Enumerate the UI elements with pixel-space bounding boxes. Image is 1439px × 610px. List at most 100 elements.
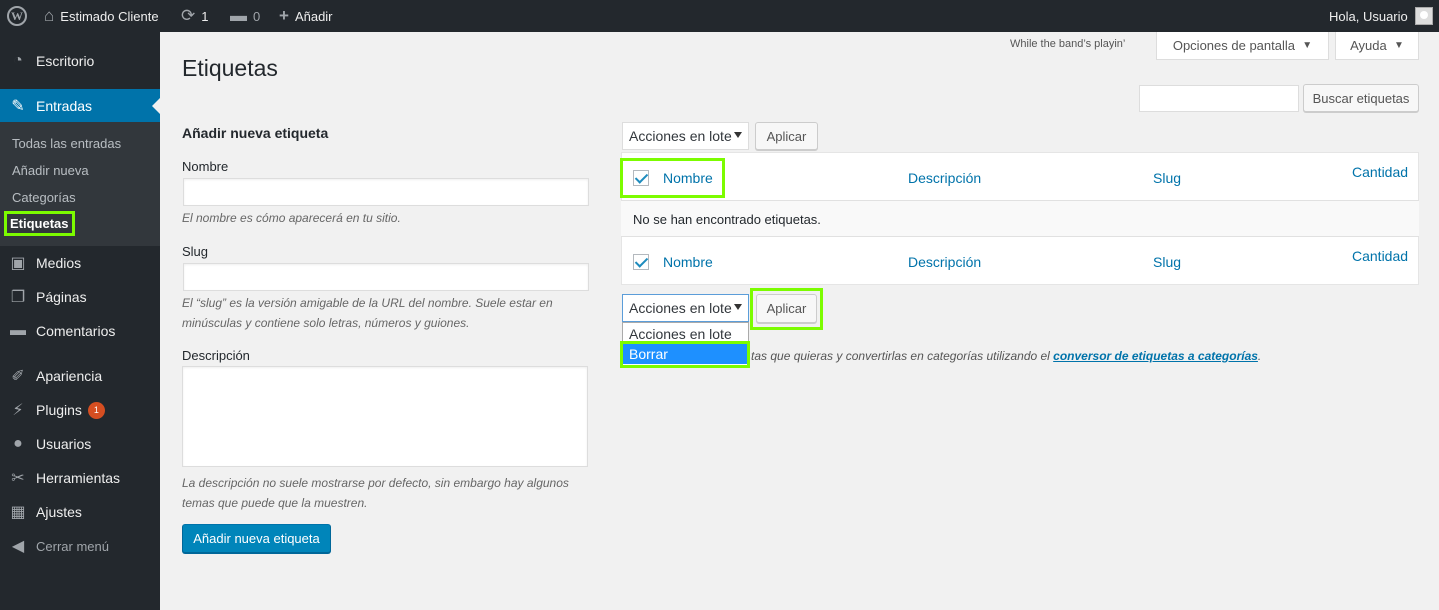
search-tags-input[interactable]	[1139, 85, 1299, 112]
screen-options-label: Opciones de pantalla	[1172, 38, 1295, 53]
highlight-borrar-option	[620, 341, 750, 368]
description-help-line-1: La descripción no suele mostrarse por de…	[182, 476, 569, 490]
menu-label: Usuarios	[36, 436, 92, 452]
help-label: Ayuda	[1350, 38, 1387, 53]
description-help-line-2: temas que puede que la muestren.	[182, 496, 368, 510]
menu-label: Apariencia	[36, 368, 103, 384]
column-header-cantidad[interactable]: Cantidad	[1352, 164, 1408, 180]
menu-label: Páginas	[36, 289, 87, 305]
slug-help-line-2: minúsculas y contiene solo letras, númer…	[182, 316, 470, 330]
site-name-link[interactable]: ⌂ Estimado Cliente	[44, 0, 159, 32]
menu-item-medios[interactable]: ▣ Medios	[0, 246, 160, 280]
note-text: tas que quieras y convertirlas en catego…	[751, 349, 1054, 363]
admin-menu: ◔ Escritorio ✎ Entradas Todas las entradas…	[0, 32, 160, 610]
menu-label: Plugins	[36, 402, 82, 418]
menu-item-comentarios[interactable]: ▬ Comentarios	[0, 314, 160, 348]
new-content-link[interactable]: + Añadir	[279, 0, 333, 32]
slug-help-line-1: El “slug” es la versión amigable de la U…	[182, 296, 553, 310]
users-icon: ●	[13, 435, 23, 452]
name-help: El nombre es cómo aparecerá en tu sitio.	[182, 211, 401, 225]
menu-item-paginas[interactable]: ❐ Páginas	[0, 280, 160, 314]
add-new-tag-button[interactable]: Añadir nueva etiqueta	[182, 524, 331, 553]
select-all-checkbox-bottom[interactable]	[633, 254, 649, 270]
menu-item-herramientas[interactable]: ✂ Herramientas	[0, 461, 160, 495]
bulk-actions-select-top[interactable]: Acciones en lote	[622, 122, 749, 150]
settings-icon: ▦	[10, 504, 26, 521]
comments-icon: ▬	[10, 322, 26, 339]
menu-item-plugins[interactable]: ⚡ Plugins 1	[0, 393, 160, 427]
menu-item-usuarios[interactable]: ● Usuarios	[0, 427, 160, 461]
dashboard-icon: ◔	[13, 52, 23, 69]
column-footer-descripcion[interactable]: Descripción	[908, 254, 981, 270]
tag-name-input[interactable]	[183, 178, 589, 206]
page-title: Etiquetas	[182, 55, 278, 81]
media-icon: ▣	[10, 255, 26, 272]
column-header-descripcion[interactable]: Descripción	[908, 170, 981, 186]
tag-slug-input[interactable]	[183, 263, 589, 291]
submenu-item-categorias[interactable]: Categorías	[12, 190, 76, 205]
tag-description-textarea[interactable]	[182, 366, 588, 467]
avatar	[1414, 7, 1433, 25]
menu-label: Herramientas	[36, 470, 121, 486]
plugins-update-badge: 1	[87, 401, 105, 419]
apply-button-top[interactable]: Aplicar	[755, 122, 818, 150]
comment-bubble-icon: ▬	[230, 6, 247, 25]
hello-dolly-lyric: While the band’s playin’	[1010, 38, 1126, 50]
menu-item-entradas[interactable]: ✎ Entradas	[0, 89, 160, 123]
column-footer-nombre[interactable]: Nombre	[663, 254, 713, 270]
menu-item-apariencia[interactable]: ✐ Apariencia	[0, 359, 160, 393]
tag-converter-note: tas que quieras y convertirlas en catego…	[751, 349, 1261, 363]
menu-label: Comentarios	[36, 323, 116, 339]
add-tag-heading: Añadir nueva etiqueta	[182, 125, 329, 141]
menu-label: Medios	[36, 255, 82, 271]
admin-bar: W ⌂ Estimado Cliente ⟳ 1 ▬ 0 + Añadir Ho…	[0, 0, 1439, 32]
my-account-link[interactable]: Hola, Usuario	[1329, 0, 1433, 32]
menu-label: Escritorio	[36, 53, 95, 69]
menu-label: Entradas	[36, 98, 93, 114]
comments-link[interactable]: ▬ 0	[230, 0, 260, 32]
plugins-icon: ⚡	[12, 402, 24, 419]
apply-button-bottom[interactable]: Aplicar	[756, 294, 817, 323]
greeting: Hola, Usuario	[1329, 8, 1408, 24]
new-content-label: Añadir	[294, 8, 333, 24]
comments-count: 0	[253, 8, 261, 24]
wordpress-logo-icon[interactable]: W	[7, 0, 27, 32]
collapse-menu-button[interactable]: ◀ Cerrar menú	[0, 529, 160, 563]
menu-item-escritorio[interactable]: ◔ Escritorio	[0, 44, 160, 78]
description-label: Descripción	[182, 348, 250, 363]
collapse-icon: ◀	[11, 538, 25, 555]
column-footer-cantidad[interactable]: Cantidad	[1352, 248, 1408, 264]
updates-count: 1	[201, 8, 209, 24]
submenu-item-anadir-nueva[interactable]: Añadir nueva	[12, 163, 89, 178]
slug-label: Slug	[182, 244, 209, 259]
caret-down-icon: ▼	[1302, 40, 1313, 51]
caret-down-icon: ▼	[1393, 40, 1404, 51]
bulk-actions-value: Acciones en lote	[629, 300, 732, 316]
home-icon: ⌂	[44, 6, 55, 25]
pin-icon: ✎	[11, 98, 25, 115]
bulk-actions-select-bottom[interactable]: Acciones en lote	[622, 294, 749, 322]
help-button[interactable]: Ayuda ▼	[1335, 32, 1419, 60]
plus-icon: +	[279, 6, 289, 25]
menu-label: Ajustes	[36, 504, 82, 520]
tools-icon: ✂	[11, 470, 25, 487]
screen-options-button[interactable]: Opciones de pantalla ▼	[1156, 32, 1329, 60]
bulk-actions-value: Acciones en lote	[629, 128, 732, 144]
pages-icon: ❐	[10, 289, 26, 306]
menu-label: Cerrar menú	[36, 538, 109, 554]
menu-item-ajustes[interactable]: ▦ Ajustes	[0, 495, 160, 529]
submenu-item-todas[interactable]: Todas las entradas	[12, 136, 121, 151]
column-header-slug[interactable]: Slug	[1153, 170, 1181, 186]
search-tags-button[interactable]: Buscar etiquetas	[1303, 84, 1419, 112]
appearance-icon: ✐	[11, 368, 25, 385]
submenu-item-etiquetas[interactable]: Etiquetas	[4, 211, 75, 236]
column-header-nombre[interactable]: Nombre	[663, 170, 713, 186]
select-all-checkbox-top[interactable]	[633, 170, 649, 186]
updates-icon: ⟳	[181, 6, 196, 25]
site-name: Estimado Cliente	[60, 8, 159, 24]
name-label: Nombre	[182, 159, 229, 174]
submenu-entradas: Todas las entradas Añadir nueva Categorí…	[0, 122, 160, 246]
tag-converter-link[interactable]: conversor de etiquetas a categorías	[1053, 349, 1258, 363]
column-footer-slug[interactable]: Slug	[1153, 254, 1181, 270]
updates-link[interactable]: ⟳ 1	[181, 0, 208, 32]
